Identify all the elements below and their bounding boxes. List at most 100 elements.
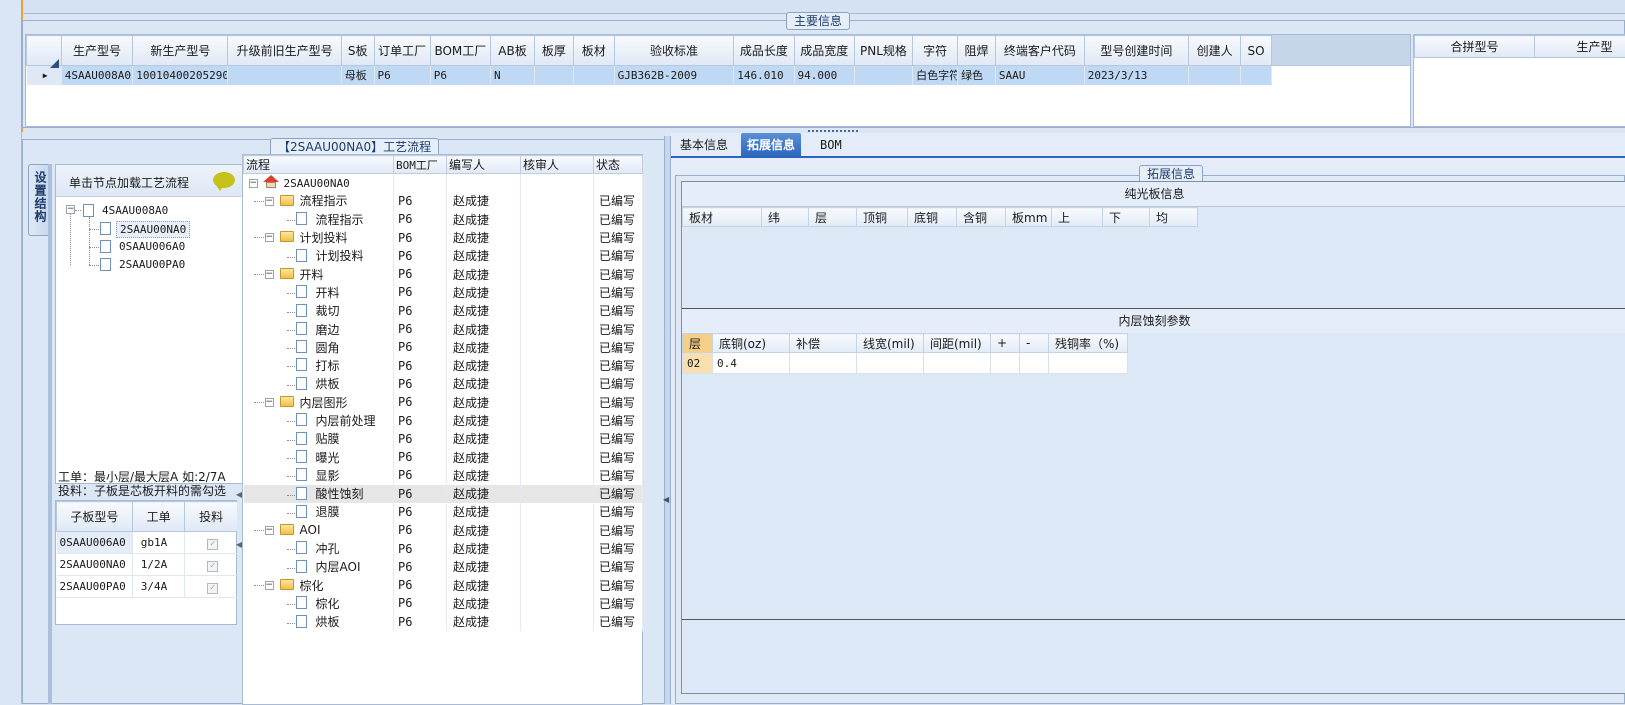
tab-extended-info[interactable]: 拓展信息 xyxy=(741,133,801,157)
collapse-toggle[interactable]: − xyxy=(265,526,274,535)
flow-writer-cell[interactable]: 赵成捷 xyxy=(447,247,521,265)
flow-col-writer[interactable]: 编写人 xyxy=(447,156,521,174)
main-cell[interactable]: P6 xyxy=(374,66,430,85)
flow-step-label[interactable]: 流程指示 xyxy=(316,213,364,227)
flow-bom-cell[interactable]: P6 xyxy=(394,430,447,448)
flow-writer-cell[interactable]: 赵成捷 xyxy=(447,558,521,576)
main-col-header[interactable]: 订单工厂 xyxy=(374,36,430,66)
flow-writer-cell[interactable]: 赵成捷 xyxy=(447,430,521,448)
main-cell[interactable] xyxy=(573,66,614,85)
flow-status-cell[interactable]: 已编写 xyxy=(594,302,643,320)
flow-bom-cell[interactable]: P6 xyxy=(394,466,447,484)
flow-bom-cell[interactable]: P6 xyxy=(394,448,447,466)
plain-col-header[interactable]: 上 xyxy=(1052,208,1103,227)
flow-reviewer-cell[interactable] xyxy=(521,174,594,192)
main-cell[interactable]: 10010400205290 xyxy=(133,66,228,85)
flow-row[interactable]: −内层图形P6赵成捷已编写 xyxy=(244,393,643,411)
flow-status-cell[interactable]: 已编写 xyxy=(594,485,643,503)
flow-bom-cell[interactable]: P6 xyxy=(394,503,447,521)
flow-step-label[interactable]: 磨边 xyxy=(316,323,340,337)
main-col-header[interactable]: 终端客户代码 xyxy=(995,36,1084,66)
flow-writer-cell[interactable]: 赵成捷 xyxy=(447,539,521,557)
flow-writer-cell[interactable]: 赵成捷 xyxy=(447,375,521,393)
sub-col-model[interactable]: 子板型号 xyxy=(57,502,133,532)
main-col-header[interactable]: 板材 xyxy=(573,36,614,66)
plain-col-header[interactable]: 板mm xyxy=(1006,208,1052,227)
tree-node-2saau00pa0[interactable]: 2SAAU00PA0 xyxy=(119,258,185,271)
flow-reviewer-cell[interactable] xyxy=(521,247,594,265)
merge-grid[interactable]: 合拼型号生产型 xyxy=(1413,34,1625,127)
flow-root-label[interactable]: 2SAAU00NA0 xyxy=(284,177,350,190)
sub-col-workorder[interactable]: 工单 xyxy=(132,502,185,532)
flow-status-cell[interactable]: 已编写 xyxy=(594,228,643,246)
sub-feed-cell[interactable]: ✓ xyxy=(185,576,238,598)
main-cell[interactable] xyxy=(534,66,573,85)
flow-col-process[interactable]: 流程 xyxy=(244,156,394,174)
flow-step-label[interactable]: 开料 xyxy=(316,286,340,300)
sub-board-row[interactable]: 0SAAU006A0gb1A✓ xyxy=(57,532,238,554)
flow-step-label[interactable]: 烘板 xyxy=(316,615,340,629)
sub-model-cell[interactable]: 2SAAU00NA0 xyxy=(57,554,133,576)
flow-bom-cell[interactable]: P6 xyxy=(394,320,447,338)
flow-bom-cell[interactable]: P6 xyxy=(394,265,447,283)
flow-row[interactable]: 内层前处理P6赵成捷已编写 xyxy=(244,411,643,429)
main-col-header[interactable]: 成品长度 xyxy=(734,36,794,66)
flow-group-label[interactable]: 棕化 xyxy=(300,579,324,593)
main-col-header[interactable]: 型号创建时间 xyxy=(1084,36,1188,66)
main-cell[interactable]: 绿色 xyxy=(958,66,996,85)
flow-reviewer-cell[interactable] xyxy=(521,192,594,210)
collapse-toggle[interactable]: − xyxy=(265,197,274,206)
flow-writer-cell[interactable]: 赵成捷 xyxy=(447,228,521,246)
main-cell[interactable]: 94.000 xyxy=(794,66,854,85)
flow-reviewer-cell[interactable] xyxy=(521,338,594,356)
flow-bom-cell[interactable]: P6 xyxy=(394,228,447,246)
flow-group-label[interactable]: 内层图形 xyxy=(300,396,348,410)
flow-status-cell[interactable]: 已编写 xyxy=(594,210,643,228)
flow-bom-cell[interactable]: P6 xyxy=(394,576,447,594)
flow-step-label[interactable]: 内层前处理 xyxy=(316,414,376,428)
flow-writer-cell[interactable]: 赵成捷 xyxy=(447,320,521,338)
flow-col-status[interactable]: 状态 xyxy=(594,156,643,174)
flow-reviewer-cell[interactable] xyxy=(521,265,594,283)
flow-status-cell[interactable]: 已编写 xyxy=(594,375,643,393)
flow-row[interactable]: 显影P6赵成捷已编写 xyxy=(244,466,643,484)
etch-cell[interactable] xyxy=(790,353,857,374)
flow-bom-cell[interactable]: P6 xyxy=(394,283,447,301)
sub-workorder-cell[interactable]: 3/4A xyxy=(132,576,185,598)
flow-status-cell[interactable]: 已编写 xyxy=(594,356,643,374)
flow-row[interactable]: −计划投料P6赵成捷已编写 xyxy=(244,228,643,246)
main-cell[interactable]: 母板 xyxy=(341,66,374,85)
flow-reviewer-cell[interactable] xyxy=(521,320,594,338)
etch-col-header[interactable]: 层 xyxy=(683,334,713,353)
etch-col-header[interactable]: + xyxy=(991,334,1020,353)
main-col-header[interactable]: 新生产型号 xyxy=(133,36,228,66)
main-cell[interactable]: 白色字符 xyxy=(913,66,958,85)
main-col-header[interactable]: AB板 xyxy=(491,36,535,66)
flow-status-cell[interactable]: 已编写 xyxy=(594,265,643,283)
main-col-header[interactable]: 升级前旧生产型号 xyxy=(228,36,341,66)
flow-reviewer-cell[interactable] xyxy=(521,521,594,539)
flow-status-cell[interactable]: 已编写 xyxy=(594,430,643,448)
flow-status-cell[interactable]: 已编写 xyxy=(594,613,643,631)
main-cell[interactable]: SAAU xyxy=(995,66,1084,85)
flow-reviewer-cell[interactable] xyxy=(521,283,594,301)
sub-model-cell[interactable]: 2SAAU00PA0 xyxy=(57,576,133,598)
main-col-header[interactable]: 板厚 xyxy=(534,36,573,66)
etch-col-header[interactable]: 间距(mil) xyxy=(924,334,991,353)
flow-status-cell[interactable]: 已编写 xyxy=(594,247,643,265)
flow-reviewer-cell[interactable] xyxy=(521,210,594,228)
flow-writer-cell[interactable]: 赵成捷 xyxy=(447,192,521,210)
flow-writer-cell[interactable]: 赵成捷 xyxy=(447,521,521,539)
flow-writer-cell[interactable]: 赵成捷 xyxy=(447,210,521,228)
flow-writer-cell[interactable]: 赵成捷 xyxy=(447,466,521,484)
flow-status-cell[interactable]: 已编写 xyxy=(594,448,643,466)
etch-col-header[interactable]: 线宽(mil) xyxy=(857,334,924,353)
flow-bom-cell[interactable]: P6 xyxy=(394,539,447,557)
flow-group-label[interactable]: 计划投料 xyxy=(300,231,348,245)
tab-bom[interactable]: BOM xyxy=(814,133,848,157)
flow-reviewer-cell[interactable] xyxy=(521,411,594,429)
flow-row[interactable]: 流程指示P6赵成捷已编写 xyxy=(244,210,643,228)
merge-model-header[interactable]: 合拼型号 xyxy=(1415,36,1535,58)
main-col-header[interactable]: 生产型号 xyxy=(61,36,133,66)
etch-col-header[interactable]: - xyxy=(1020,334,1049,353)
